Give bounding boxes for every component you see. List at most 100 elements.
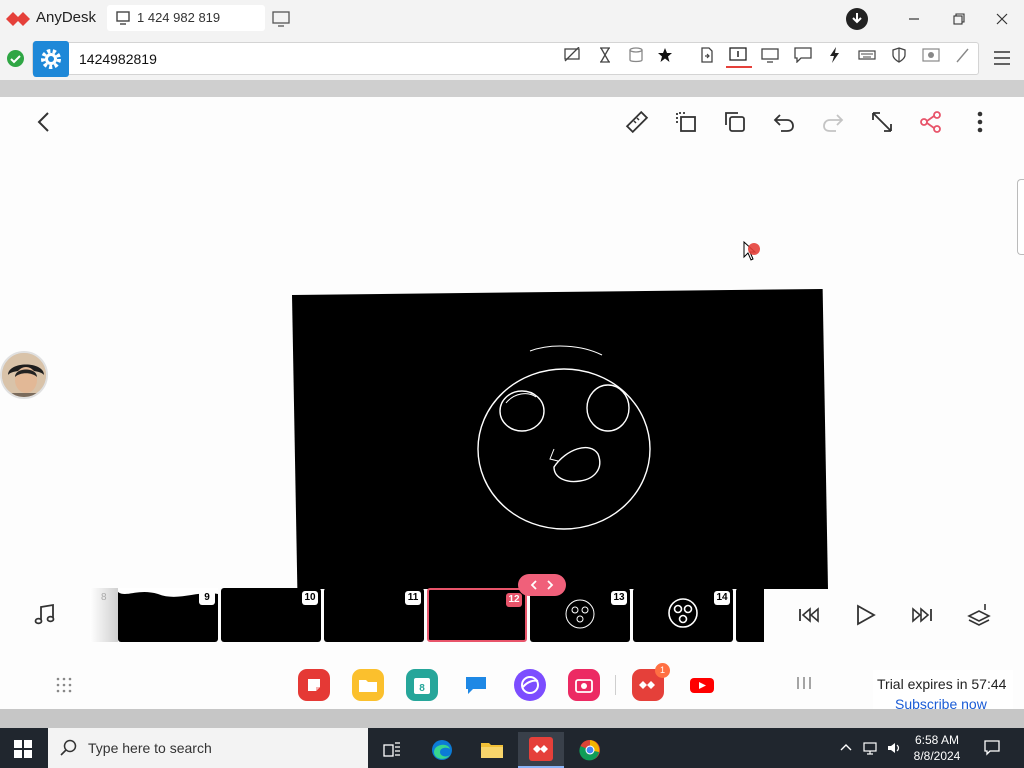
ruler-icon[interactable] [624,109,650,135]
monitor-icon [116,11,130,25]
taskbar-clock[interactable]: 6:58 AM 8/8/2024 [908,732,966,764]
edge-panel-handle[interactable] [1017,179,1024,255]
chevron-right-icon [547,580,554,590]
redo-icon[interactable] [820,109,846,135]
windows-start-icon[interactable] [14,740,32,758]
hourglass-icon[interactable] [596,47,614,63]
copy-frame-icon[interactable] [722,109,748,135]
minimize-icon [909,18,919,20]
drawing-canvas[interactable] [292,289,828,589]
duplicate-frame-icon[interactable] [673,109,699,135]
new-session-icon[interactable] [272,11,290,27]
hamburger-menu-icon[interactable] [992,48,1012,68]
internet-browser-app-icon[interactable] [514,669,546,701]
frame-thumbnail[interactable]: 11 [324,588,424,642]
download-button[interactable] [844,6,870,32]
taskbar-search-box[interactable]: Type here to search [48,728,368,768]
anydesk-app-icon[interactable]: 1 [632,663,670,701]
frame-number: 14 [714,591,730,605]
youtube-app-icon[interactable] [686,669,718,701]
more-options-icon[interactable] [967,109,993,135]
frame-thumbnail[interactable] [736,588,764,642]
frame-number: 11 [405,591,421,605]
frame-thumbnail[interactable]: 14 [633,588,733,642]
frame-strip[interactable]: 8 9 10 11 12 13 14 [90,587,764,644]
play-icon[interactable] [852,602,878,628]
star-icon[interactable] [656,47,674,63]
monitor-select-icon[interactable] [729,47,747,63]
undo-icon[interactable] [771,109,797,135]
frame-number: 9 [199,591,215,605]
camera-app-icon[interactable] [568,669,600,701]
frame-thumbnail-selected[interactable]: 12 [427,588,527,642]
restore-button[interactable] [946,6,972,32]
skip-to-start-icon[interactable] [796,602,822,628]
address-input[interactable]: 1424982819 [79,51,157,67]
record-icon[interactable] [922,47,940,63]
onion-skin-icon[interactable] [966,602,992,628]
my-files-app-icon[interactable] [352,669,384,701]
frame-thumbnail[interactable]: 9 [118,588,218,642]
search-icon [60,739,77,756]
keyboard-icon[interactable] [858,47,876,63]
chevron-up-icon[interactable] [838,740,854,756]
frame-number: 12 [506,593,522,607]
lightning-icon[interactable] [826,47,844,63]
music-icon[interactable] [32,602,58,628]
frame-scrubber-handle[interactable] [518,574,566,596]
dock-divider [615,675,616,695]
session-tab[interactable]: 1 424 982 819 [107,5,265,31]
frame-number: 10 [302,591,318,605]
task-view-button[interactable] [369,732,415,768]
anydesk-logo-icon [6,12,30,26]
expand-icon[interactable] [869,109,895,135]
skip-to-end-icon[interactable] [909,602,935,628]
anydesk-titlebar: AnyDesk 1 424 982 819 [0,0,1024,38]
frame-number: 8 [101,592,107,603]
frame-thumbnail[interactable]: 10 [221,588,321,642]
frame-thumbnail[interactable]: 8 [90,588,118,642]
search-placeholder: Type here to search [88,740,212,756]
chevron-left-icon [530,580,537,590]
calendar-app-icon[interactable]: 8 [406,669,438,701]
whiteboard-pen-icon[interactable] [954,47,972,63]
session-bottom-border [0,709,1024,728]
network-icon[interactable] [862,740,878,756]
share-icon[interactable] [918,109,944,135]
clock-time: 6:58 AM [914,733,960,747]
frame-thumbnail[interactable]: 13 [530,588,630,642]
close-icon [996,13,1008,25]
chrome-taskbar-button[interactable] [567,732,613,768]
connection-status-icon [7,50,24,67]
back-arrow-icon[interactable] [32,109,58,135]
frame-number: 13 [611,591,627,605]
folder-icon [481,743,503,758]
face-sketch [477,345,651,530]
privacy-icon[interactable] [563,47,581,63]
volume-icon[interactable] [886,740,902,756]
notification-center-icon[interactable] [983,739,1001,757]
notification-badge: 1 [655,663,670,678]
messages-app-icon[interactable] [460,669,492,701]
database-icon[interactable] [627,47,645,63]
notes-app-icon[interactable] [298,669,330,701]
file-transfer-icon[interactable] [698,47,716,63]
recents-button-icon[interactable] [795,675,813,691]
file-explorer-taskbar-button[interactable] [469,732,515,768]
user-avatar[interactable] [0,351,48,399]
anydesk-taskbar-button[interactable] [518,732,564,768]
clock-date: 8/8/2024 [913,749,961,763]
edge-taskbar-button[interactable] [419,732,465,768]
app-title: AnyDesk [36,9,97,26]
shield-icon[interactable] [890,47,908,63]
edge-browser-icon [432,740,452,760]
minimize-button[interactable] [901,6,927,32]
close-button[interactable] [989,6,1015,32]
settings-gear-button[interactable] [33,41,69,77]
chat-icon[interactable] [794,47,812,63]
android-navigation-dock: 8 1 [0,657,1024,709]
app-drawer-icon[interactable] [56,677,72,693]
display-icon[interactable] [761,47,779,63]
chrome-icon [579,739,600,761]
remote-screen[interactable]: 8 9 10 11 12 13 14 8 1 [0,97,1024,709]
